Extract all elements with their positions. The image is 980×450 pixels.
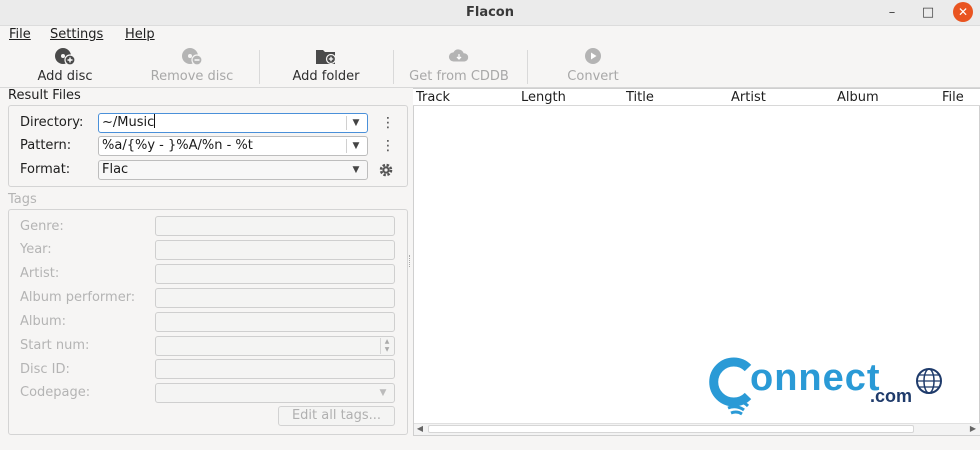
minimize-button[interactable]: –: [882, 3, 902, 23]
get-from-cddb-button[interactable]: Get from CDDB: [398, 47, 520, 85]
album-performer-input[interactable]: [155, 288, 395, 308]
directory-menu-icon[interactable]: ⋮: [381, 115, 395, 131]
column-header-track[interactable]: Track: [413, 89, 519, 106]
combo-separator: [346, 116, 347, 130]
scroll-left-icon[interactable]: ◀: [414, 423, 426, 435]
pattern-label: Pattern:: [20, 138, 72, 153]
chevron-down-icon[interactable]: ▼: [349, 115, 363, 131]
get-from-cddb-label: Get from CDDB: [409, 69, 509, 84]
splitter-handle[interactable]: [409, 255, 412, 267]
convert-label: Convert: [567, 69, 619, 84]
codepage-select[interactable]: ▼: [155, 383, 395, 403]
year-label: Year:: [20, 242, 52, 257]
edit-all-tags-button[interactable]: Edit all tags...: [278, 406, 395, 426]
album-input[interactable]: [155, 312, 395, 332]
menu-help[interactable]: Help: [125, 27, 155, 42]
window-title: Flacon: [465, 5, 514, 20]
menu-file[interactable]: File: [9, 27, 31, 42]
spin-arrows-icon[interactable]: ▲ ▼: [380, 338, 393, 354]
genre-input[interactable]: [155, 216, 395, 236]
close-button[interactable]: ✕: [953, 2, 973, 22]
column-header-artist[interactable]: Artist: [728, 89, 835, 106]
menu-help-label: Help: [125, 27, 155, 42]
album-label: Album:: [20, 314, 67, 329]
toolbar-separator: [259, 50, 260, 84]
add-folder-button[interactable]: Add folder: [280, 47, 372, 85]
artist-input[interactable]: [155, 264, 395, 284]
logo-domain: .com: [870, 386, 913, 406]
combo-separator: [346, 139, 347, 153]
add-disc-label: Add disc: [37, 69, 93, 84]
album-performer-label: Album performer:: [20, 290, 136, 305]
tags-title: Tags: [8, 192, 37, 207]
menu-file-label: File: [9, 27, 31, 42]
menu-settings[interactable]: Settings: [50, 27, 103, 42]
watermark-logo: onnect .com: [704, 356, 954, 416]
directory-value: ~/Music: [102, 115, 155, 130]
format-select[interactable]: Flac ▼: [98, 160, 368, 180]
remove-disc-icon: [182, 48, 203, 65]
column-header-length[interactable]: Length: [518, 89, 624, 106]
remove-disc-button[interactable]: Remove disc: [140, 47, 244, 85]
disc-id-input[interactable]: [155, 359, 395, 379]
play-icon: [585, 48, 601, 64]
directory-label: Directory:: [20, 115, 84, 130]
add-folder-icon: [316, 50, 337, 65]
disc-id-label: Disc ID:: [20, 362, 70, 377]
pattern-value: %a/{%y - }%A/%n - %t: [102, 138, 253, 153]
globe-icon: [916, 368, 942, 394]
format-label: Format:: [20, 162, 71, 177]
menu-settings-label: Settings: [50, 27, 104, 42]
chevron-down-icon: ▼: [379, 388, 387, 398]
chevron-down-icon: ▼: [352, 165, 360, 175]
remove-disc-label: Remove disc: [150, 69, 234, 84]
add-folder-label: Add folder: [292, 69, 360, 84]
pattern-menu-icon[interactable]: ⋮: [381, 138, 395, 154]
result-files-title: Result Files: [8, 88, 81, 103]
cloud-download-icon: [448, 49, 469, 62]
toolbar-separator: [393, 50, 394, 84]
artist-label: Artist:: [20, 266, 60, 281]
maximize-button[interactable]: □: [918, 3, 938, 23]
logo-text: onnect: [750, 357, 881, 399]
codepage-label: Codepage:: [20, 385, 91, 400]
add-disc-button[interactable]: Add disc: [22, 47, 108, 85]
add-disc-icon: [55, 48, 76, 65]
year-input[interactable]: [155, 240, 395, 260]
genre-label: Genre:: [20, 219, 64, 234]
chevron-down-icon[interactable]: ▼: [349, 138, 363, 154]
toolbar-separator: [527, 50, 528, 84]
column-header-file[interactable]: File: [939, 89, 980, 106]
column-header-album[interactable]: Album: [834, 89, 940, 106]
convert-button[interactable]: Convert: [554, 47, 632, 85]
pattern-input[interactable]: %a/{%y - }%A/%n - %t ▼: [98, 136, 368, 156]
scroll-right-icon[interactable]: ▶: [967, 423, 979, 435]
directory-input[interactable]: ~/Music ▼: [98, 113, 368, 133]
scrollbar-thumb[interactable]: [428, 425, 914, 433]
start-num-label: Start num:: [20, 338, 90, 353]
start-num-spinbox[interactable]: ▲ ▼: [155, 336, 395, 356]
format-value: Flac: [102, 162, 129, 177]
text-cursor: [154, 114, 156, 128]
gear-icon[interactable]: [378, 162, 394, 178]
column-header-title[interactable]: Title: [623, 89, 729, 106]
